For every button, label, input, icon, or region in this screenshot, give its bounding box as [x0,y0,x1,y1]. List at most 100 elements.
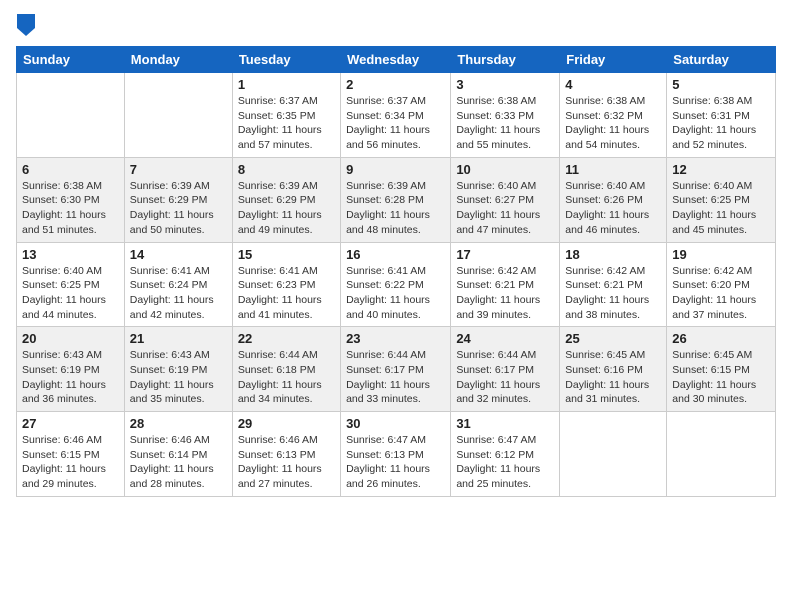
day-number: 27 [22,416,119,431]
calendar-cell: 1 Sunrise: 6:37 AMSunset: 6:35 PMDaylight… [232,73,340,158]
day-number: 24 [456,331,554,346]
day-detail: Sunrise: 6:40 AMSunset: 6:26 PMDaylight:… [565,179,661,238]
day-detail: Sunrise: 6:46 AMSunset: 6:15 PMDaylight:… [22,433,119,492]
day-detail: Sunrise: 6:44 AMSunset: 6:17 PMDaylight:… [346,348,445,407]
day-number: 18 [565,247,661,262]
day-number: 4 [565,77,661,92]
day-number: 11 [565,162,661,177]
calendar-cell [124,73,232,158]
day-number: 19 [672,247,770,262]
day-detail: Sunrise: 6:38 AMSunset: 6:33 PMDaylight:… [456,94,554,153]
calendar-cell: 25 Sunrise: 6:45 AMSunset: 6:16 PMDayligh… [560,327,667,412]
logo [16,14,34,40]
logo-icon [17,14,35,36]
calendar-cell: 20 Sunrise: 6:43 AMSunset: 6:19 PMDayligh… [17,327,125,412]
calendar-cell: 19 Sunrise: 6:42 AMSunset: 6:20 PMDayligh… [667,242,776,327]
calendar-cell: 15 Sunrise: 6:41 AMSunset: 6:23 PMDayligh… [232,242,340,327]
day-number: 23 [346,331,445,346]
calendar-cell: 4 Sunrise: 6:38 AMSunset: 6:32 PMDaylight… [560,73,667,158]
calendar-cell: 29 Sunrise: 6:46 AMSunset: 6:13 PMDayligh… [232,412,340,497]
day-detail: Sunrise: 6:43 AMSunset: 6:19 PMDaylight:… [130,348,227,407]
day-number: 3 [456,77,554,92]
calendar-cell: 10 Sunrise: 6:40 AMSunset: 6:27 PMDayligh… [451,157,560,242]
day-number: 5 [672,77,770,92]
day-number: 14 [130,247,227,262]
col-header-friday: Friday [560,47,667,73]
day-number: 1 [238,77,335,92]
day-detail: Sunrise: 6:38 AMSunset: 6:31 PMDaylight:… [672,94,770,153]
calendar-cell: 24 Sunrise: 6:44 AMSunset: 6:17 PMDayligh… [451,327,560,412]
day-number: 22 [238,331,335,346]
day-number: 2 [346,77,445,92]
calendar-cell: 12Sunrise: 6:40 AMSunset: 6:25 PMDayligh… [667,157,776,242]
calendar-cell: 16Sunrise: 6:41 AMSunset: 6:22 PMDayligh… [341,242,451,327]
calendar-cell: 14 Sunrise: 6:41 AMSunset: 6:24 PMDayligh… [124,242,232,327]
day-detail: Sunrise: 6:39 AMSunset: 6:28 PMDaylight:… [346,179,445,238]
day-number: 30 [346,416,445,431]
day-number: 29 [238,416,335,431]
day-detail: Sunrise: 6:46 AMSunset: 6:13 PMDaylight:… [238,433,335,492]
calendar-cell [17,73,125,158]
calendar-cell: 31 Sunrise: 6:47 AMSunset: 6:12 PMDayligh… [451,412,560,497]
calendar-cell: 28 Sunrise: 6:46 AMSunset: 6:14 PMDayligh… [124,412,232,497]
day-detail: Sunrise: 6:47 AMSunset: 6:12 PMDaylight:… [456,433,554,492]
day-number: 26 [672,331,770,346]
day-number: 17 [456,247,554,262]
calendar-cell: 27 Sunrise: 6:46 AMSunset: 6:15 PMDayligh… [17,412,125,497]
calendar-cell: 30 Sunrise: 6:47 AMSunset: 6:13 PMDayligh… [341,412,451,497]
calendar-table: SundayMondayTuesdayWednesdayThursdayFrid… [16,46,776,497]
calendar-cell: 8Sunrise: 6:39 AMSunset: 6:29 PMDaylight… [232,157,340,242]
day-detail: Sunrise: 6:42 AMSunset: 6:21 PMDaylight:… [565,264,661,323]
day-detail: Sunrise: 6:47 AMSunset: 6:13 PMDaylight:… [346,433,445,492]
col-header-saturday: Saturday [667,47,776,73]
day-number: 25 [565,331,661,346]
day-detail: Sunrise: 6:44 AMSunset: 6:18 PMDaylight:… [238,348,335,407]
day-number: 31 [456,416,554,431]
day-detail: Sunrise: 6:44 AMSunset: 6:17 PMDaylight:… [456,348,554,407]
day-detail: Sunrise: 6:42 AMSunset: 6:20 PMDaylight:… [672,264,770,323]
day-number: 6 [22,162,119,177]
day-detail: Sunrise: 6:37 AMSunset: 6:34 PMDaylight:… [346,94,445,153]
calendar-cell: 22 Sunrise: 6:44 AMSunset: 6:18 PMDayligh… [232,327,340,412]
calendar-cell: 21 Sunrise: 6:43 AMSunset: 6:19 PMDayligh… [124,327,232,412]
calendar-cell: 2 Sunrise: 6:37 AMSunset: 6:34 PMDaylight… [341,73,451,158]
day-number: 28 [130,416,227,431]
calendar-cell: 9 Sunrise: 6:39 AMSunset: 6:28 PMDaylight… [341,157,451,242]
day-number: 10 [456,162,554,177]
col-header-wednesday: Wednesday [341,47,451,73]
day-detail: Sunrise: 6:45 AMSunset: 6:16 PMDaylight:… [565,348,661,407]
calendar-cell: 7Sunrise: 6:39 AMSunset: 6:29 PMDaylight… [124,157,232,242]
calendar-cell: 18 Sunrise: 6:42 AMSunset: 6:21 PMDayligh… [560,242,667,327]
day-number: 13 [22,247,119,262]
col-header-sunday: Sunday [17,47,125,73]
calendar-cell: 26 Sunrise: 6:45 AMSunset: 6:15 PMDayligh… [667,327,776,412]
day-detail: Sunrise: 6:41 AMSunset: 6:24 PMDaylight:… [130,264,227,323]
day-detail: Sunrise: 6:40 AMSunset: 6:27 PMDaylight:… [456,179,554,238]
calendar-cell [667,412,776,497]
day-detail: Sunrise: 6:37 AMSunset: 6:35 PMDaylight:… [238,94,335,153]
day-detail: Sunrise: 6:46 AMSunset: 6:14 PMDaylight:… [130,433,227,492]
day-number: 20 [22,331,119,346]
header [16,10,776,40]
calendar-cell: 5 Sunrise: 6:38 AMSunset: 6:31 PMDaylight… [667,73,776,158]
day-detail: Sunrise: 6:43 AMSunset: 6:19 PMDaylight:… [22,348,119,407]
calendar-cell: 17Sunrise: 6:42 AMSunset: 6:21 PMDayligh… [451,242,560,327]
calendar-week-row: 1 Sunrise: 6:37 AMSunset: 6:35 PMDaylight… [17,73,776,158]
day-number: 21 [130,331,227,346]
day-number: 15 [238,247,335,262]
day-number: 16 [346,247,445,262]
col-header-monday: Monday [124,47,232,73]
col-header-tuesday: Tuesday [232,47,340,73]
day-detail: Sunrise: 6:40 AMSunset: 6:25 PMDaylight:… [672,179,770,238]
day-number: 9 [346,162,445,177]
col-header-thursday: Thursday [451,47,560,73]
day-detail: Sunrise: 6:38 AMSunset: 6:32 PMDaylight:… [565,94,661,153]
day-detail: Sunrise: 6:39 AMSunset: 6:29 PMDaylight:… [238,179,335,238]
day-detail: Sunrise: 6:45 AMSunset: 6:15 PMDaylight:… [672,348,770,407]
calendar-cell: 13 Sunrise: 6:40 AMSunset: 6:25 PMDayligh… [17,242,125,327]
day-detail: Sunrise: 6:40 AMSunset: 6:25 PMDaylight:… [22,264,119,323]
calendar-cell: 23 Sunrise: 6:44 AMSunset: 6:17 PMDayligh… [341,327,451,412]
calendar-cell: 3 Sunrise: 6:38 AMSunset: 6:33 PMDaylight… [451,73,560,158]
day-detail: Sunrise: 6:41 AMSunset: 6:23 PMDaylight:… [238,264,335,323]
calendar-cell [560,412,667,497]
